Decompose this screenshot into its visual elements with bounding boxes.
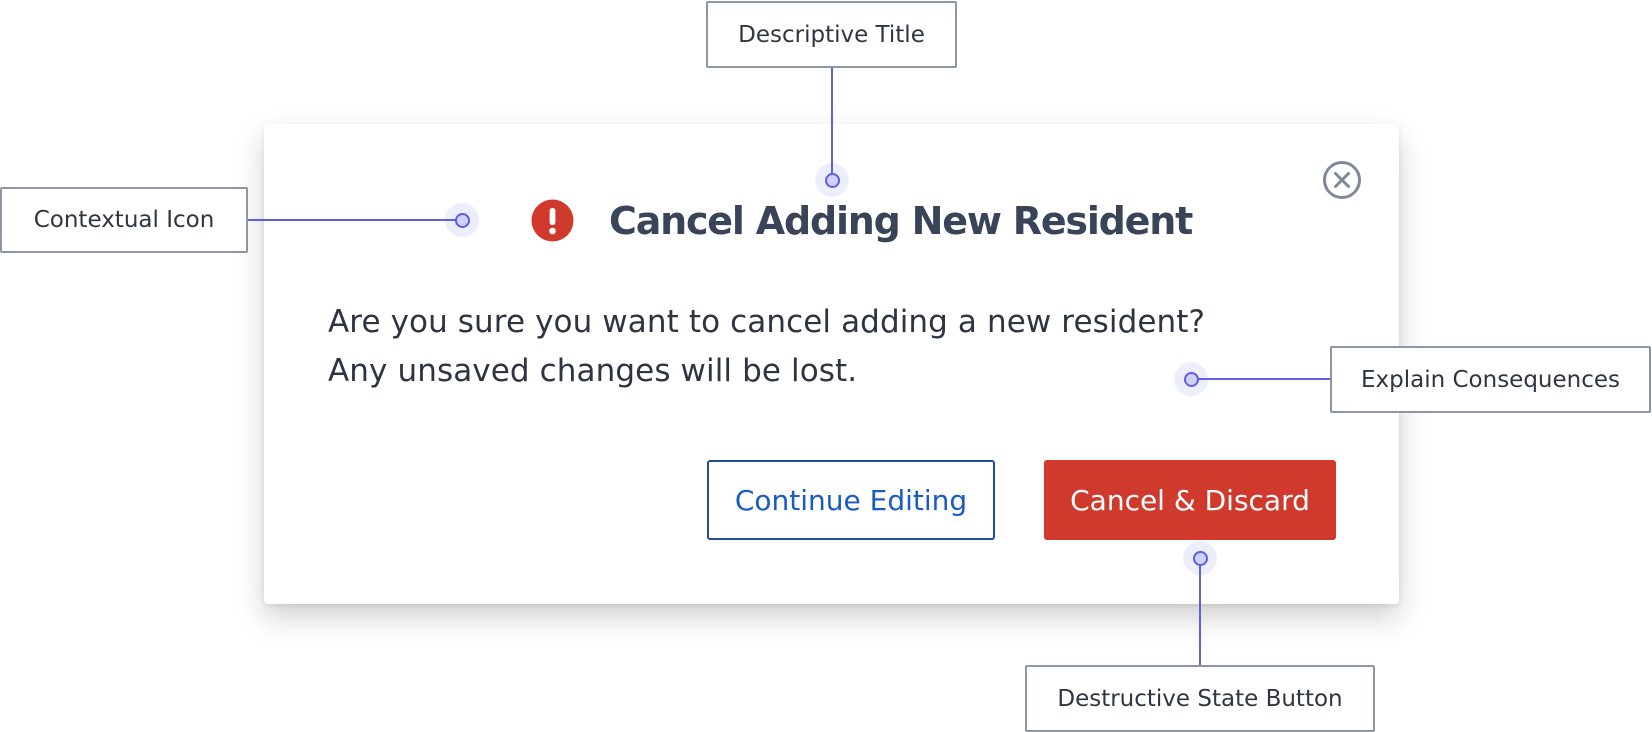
callout-contextual-icon: Contextual Icon: [0, 187, 248, 253]
continue-editing-button[interactable]: Continue Editing: [707, 460, 995, 540]
cancel-discard-button[interactable]: Cancel & Discard: [1044, 460, 1336, 540]
alert-circle-icon: [531, 199, 574, 242]
callout-destructive-state-button: Destructive State Button: [1025, 665, 1375, 732]
dialog-title: Cancel Adding New Resident: [609, 199, 1193, 243]
stage: Cancel Adding New Resident Are you sure …: [0, 0, 1652, 732]
consequences-leader-line: [1190, 378, 1332, 380]
callout-descriptive-title: Descriptive Title: [706, 1, 957, 68]
button-marker-dot: [1183, 541, 1217, 575]
callout-explain-consequences: Explain Consequences: [1330, 346, 1651, 413]
title-marker-dot: [815, 163, 849, 197]
icon-marker-dot: [445, 203, 479, 237]
close-icon[interactable]: [1322, 160, 1362, 200]
icon-leader-line: [246, 219, 462, 221]
consequences-marker-dot: [1174, 362, 1208, 396]
dialog-message: Are you sure you want to cancel adding a…: [328, 304, 1206, 389]
